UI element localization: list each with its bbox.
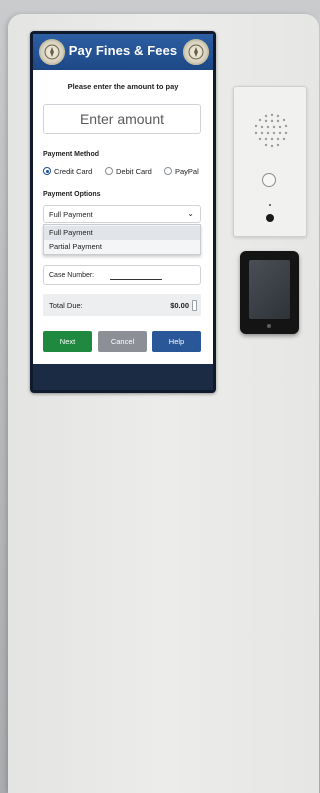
dropdown-option-partial[interactable]: Partial Payment [44, 240, 200, 254]
total-due-box: Total Due: $0.00 [43, 294, 201, 316]
payment-options-select[interactable]: Full Payment ⌄ [43, 205, 201, 223]
scroll-indicator-icon [192, 300, 197, 311]
screen-footer [33, 364, 213, 390]
radio-label: Credit Card [54, 166, 93, 176]
payment-options-dropdown: Full Payment Partial Payment [43, 224, 201, 255]
amount-input[interactable] [43, 104, 201, 134]
speaker-grille-icon [254, 113, 288, 148]
radio-unselected-icon [164, 167, 172, 175]
case-number-field[interactable]: Case Number: [43, 265, 201, 285]
radio-label: PayPal [175, 166, 199, 176]
header-bar: Pay Fines & Fees [33, 34, 213, 70]
payment-method-label: Payment Method [43, 151, 100, 158]
radio-paypal[interactable]: PayPal [164, 164, 199, 178]
select-value: Full Payment [49, 210, 93, 219]
card-reader-indicator-icon [267, 324, 271, 328]
case-number-underline [110, 279, 162, 280]
chevron-down-icon: ⌄ [187, 209, 194, 218]
radio-label: Debit Card [116, 166, 152, 176]
help-button[interactable]: Help [152, 331, 201, 352]
card-reader[interactable] [240, 251, 299, 334]
radio-credit-card[interactable]: Credit Card [43, 164, 92, 178]
total-due-label: Total Due: [49, 301, 83, 310]
next-button[interactable]: Next [43, 331, 92, 352]
camera-icon [266, 214, 274, 222]
indicator-led-icon [269, 204, 271, 206]
touch-screen: Pay Fines & Fees Please enter the amount… [33, 34, 213, 364]
intercom-panel [233, 86, 307, 237]
total-due-value: $0.00 [170, 301, 189, 310]
case-number-label: Case Number: [49, 272, 95, 279]
call-button[interactable] [262, 173, 276, 187]
dropdown-option-full[interactable]: Full Payment [44, 226, 200, 240]
radio-debit-card[interactable]: Debit Card [105, 164, 152, 178]
radio-selected-icon [43, 167, 51, 175]
amount-prompt: Please enter the amount to pay [67, 82, 179, 91]
radio-unselected-icon [105, 167, 113, 175]
payment-options-label: Payment Options [43, 191, 101, 198]
cancel-button[interactable]: Cancel [98, 331, 147, 352]
payment-method-group: Credit Card Debit Card PayPal [43, 164, 213, 178]
card-reader-screen [249, 260, 290, 319]
seal-icon [183, 39, 209, 65]
